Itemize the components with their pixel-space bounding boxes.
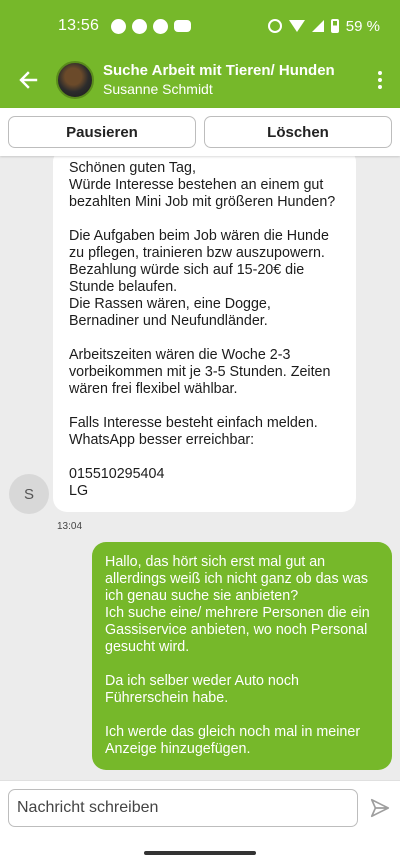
status-time: 13:56: [58, 17, 100, 34]
contact-name: Susanne Schmidt: [103, 81, 213, 97]
youtube-icon: [174, 19, 192, 32]
system-nav-bar: [0, 835, 400, 867]
send-icon: [370, 798, 390, 818]
messenger-icon: [132, 18, 148, 34]
message-paragraph: Ich werde das gleich noch mal in meiner …: [105, 724, 361, 757]
signal-icon: [311, 20, 324, 32]
sender-avatar[interactable]: S: [9, 474, 49, 514]
message-paragraph: Schönen guten Tag, Würde Interesse beste…: [69, 160, 336, 210]
message-paragraph: 015510295404 LG: [69, 466, 165, 499]
sync-icon: [267, 19, 282, 33]
composer-bar: [0, 780, 400, 835]
message-paragraph: Die Aufgaben beim Job wären die Hunde zu…: [69, 228, 329, 329]
action-bar: Pausieren Löschen: [0, 108, 400, 156]
message-paragraph: Da ich selber weder Auto noch Führersche…: [105, 673, 299, 706]
message-input[interactable]: [8, 789, 359, 827]
back-button[interactable]: [0, 52, 56, 108]
message-timestamp: 13:04: [57, 521, 83, 532]
pinterest-icon: [111, 18, 127, 34]
system-icons: 59 %: [267, 17, 380, 35]
more-vertical-icon: [378, 71, 382, 75]
delete-button[interactable]: Löschen: [204, 116, 392, 148]
notification-icons: [111, 18, 192, 34]
status-bar: 13:56 59 %: [0, 0, 400, 52]
chat-thread[interactable]: Schönen guten Tag, Würde Interesse beste…: [0, 156, 400, 780]
battery-percent: 59 %: [345, 17, 380, 35]
message-paragraph: Arbeitszeiten wären die Woche 2-3 vorbei…: [69, 347, 331, 397]
battery-icon: [330, 19, 339, 33]
message-paragraph: Hallo, das hört sich erst mal gut an all…: [105, 554, 370, 655]
app-bar: Suche Arbeit mit Tieren/ Hunden Susanne …: [0, 52, 400, 108]
wifi-icon: [288, 20, 305, 32]
outgoing-message: Hallo, das hört sich erst mal gut an all…: [92, 542, 392, 770]
contact-avatar[interactable]: [56, 61, 94, 99]
pause-button[interactable]: Pausieren: [8, 116, 196, 148]
app-icon: [153, 18, 169, 34]
send-button[interactable]: [368, 796, 392, 820]
conversation-title: Suche Arbeit mit Tieren/ Hunden: [103, 62, 335, 79]
incoming-message: Schönen guten Tag, Würde Interesse beste…: [53, 156, 356, 512]
arrow-left-icon: [19, 71, 38, 89]
more-options-button[interactable]: [360, 52, 400, 108]
conversation-titles[interactable]: Suche Arbeit mit Tieren/ Hunden Susanne …: [103, 61, 335, 99]
home-gesture-handle[interactable]: [144, 851, 256, 855]
message-paragraph: Falls Interesse besteht einfach melden. …: [69, 415, 318, 448]
